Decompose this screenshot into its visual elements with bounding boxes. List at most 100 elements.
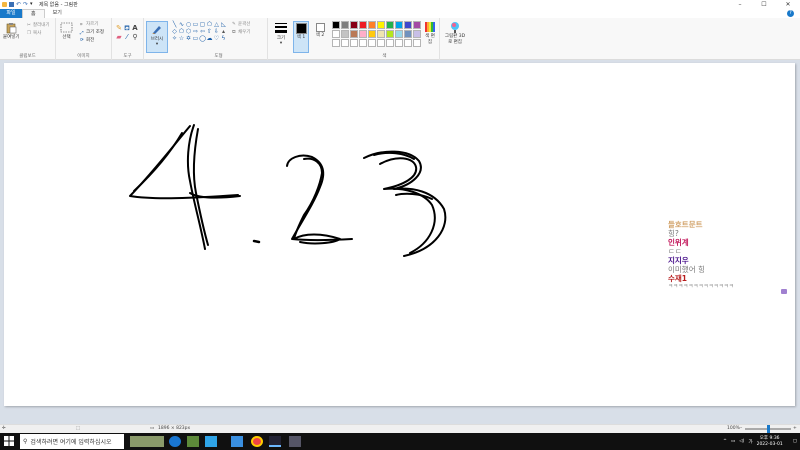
redo-icon[interactable]: ↷ (23, 2, 28, 8)
color-swatch[interactable] (359, 30, 367, 38)
resize-button[interactable]: ⤢ 크기 조정 (80, 29, 104, 36)
down-arrow-shape-icon[interactable]: ⇩ (213, 28, 220, 35)
color-palette[interactable] (332, 21, 421, 47)
color-swatch[interactable] (332, 21, 340, 29)
four-point-star-icon[interactable]: ✧ (171, 35, 178, 42)
callout-rect-icon[interactable]: ▭ (192, 35, 199, 42)
minimize-button[interactable]: – (728, 0, 752, 9)
color-swatch[interactable] (413, 21, 421, 29)
shapes-gallery[interactable]: ╲ ∿ ○ ▭ ▢ ⬠ △ ◺ ◇ ⬠ ⬡ ⇨ ⇦ ⇧ ⇩ ▴ ✧ ☆ ✡ ▭ ◯ ☁ ♡ ϟ (171, 21, 227, 42)
vscode-icon[interactable] (205, 436, 217, 447)
lightning-shape-icon[interactable]: ϟ (220, 35, 227, 42)
ime-icon[interactable]: 가 (748, 439, 752, 445)
copy-button[interactable]: ❐ 복사 (27, 30, 41, 37)
brush-button[interactable]: 브러시 ▾ (146, 21, 168, 53)
select-button[interactable]: 선택 (60, 22, 73, 40)
rotate-button[interactable]: ⟳ 회전 (80, 37, 94, 44)
tab-file[interactable]: 파일 (0, 9, 22, 18)
close-button[interactable]: ✕ (776, 0, 800, 9)
color-swatch[interactable] (386, 21, 394, 29)
tab-home[interactable]: 홈 (22, 8, 45, 19)
rectangle-shape-icon[interactable]: ▭ (192, 21, 199, 28)
color-swatch[interactable] (332, 39, 340, 47)
text-icon[interactable]: A (131, 24, 139, 33)
paste-button[interactable]: 붙여넣기 (3, 22, 20, 40)
customize-toolbar-icon[interactable]: ▾ (30, 2, 35, 7)
color-swatch[interactable] (404, 21, 412, 29)
color-swatch[interactable] (386, 39, 394, 47)
color-swatch[interactable] (341, 21, 349, 29)
pencil-icon[interactable]: ✎ (115, 24, 123, 33)
color-swatch[interactable] (413, 30, 421, 38)
color-swatch[interactable] (377, 39, 385, 47)
windows-start-icon[interactable] (4, 436, 16, 447)
color-swatch[interactable] (377, 30, 385, 38)
cut-button[interactable]: ✂ 잘라내기 (27, 22, 50, 29)
diamond-shape-icon[interactable]: ◇ (171, 28, 178, 35)
file-manager-icon[interactable] (231, 436, 243, 447)
rounded-rect-shape-icon[interactable]: ▢ (199, 21, 206, 28)
maximize-button[interactable]: ☐ (752, 0, 776, 9)
color-swatch[interactable] (359, 39, 367, 47)
color-swatch[interactable] (386, 30, 394, 38)
color-swatch[interactable] (395, 21, 403, 29)
color1-button[interactable]: 색 1 (293, 21, 309, 53)
callout-cloud-icon[interactable]: ☁ (206, 35, 213, 42)
zoom-in-button[interactable]: + (793, 426, 797, 431)
five-point-star-icon[interactable]: ☆ (178, 35, 185, 42)
color-swatch[interactable] (368, 30, 376, 38)
edge-icon[interactable] (169, 436, 181, 447)
hexagon-shape-icon[interactable]: ⬡ (185, 28, 192, 35)
color2-button[interactable]: 색 2 (312, 21, 328, 38)
up-arrow-shape-icon[interactable]: ⇧ (206, 28, 213, 35)
right-arrow-shape-icon[interactable]: ⇨ (192, 28, 199, 35)
color-swatch[interactable] (395, 30, 403, 38)
left-arrow-shape-icon[interactable]: ⇦ (199, 28, 206, 35)
pentagon-shape-icon[interactable]: ⬠ (178, 28, 185, 35)
size-button[interactable]: 크기 ▾ (272, 21, 290, 46)
six-point-star-icon[interactable]: ✡ (185, 35, 192, 42)
zoom-out-button[interactable]: – (740, 426, 742, 431)
volume-icon[interactable]: ◁) (739, 439, 744, 444)
color-swatch[interactable] (350, 39, 358, 47)
color-picker-icon[interactable]: ⁄ (123, 33, 131, 42)
polygon-shape-icon[interactable]: ⬠ (206, 21, 213, 28)
network-icon[interactable]: ▭ (731, 439, 735, 444)
tab-view[interactable]: 보기 (45, 9, 70, 18)
minecraft-icon[interactable] (187, 436, 199, 447)
color-swatch[interactable] (341, 39, 349, 47)
save-icon[interactable] (9, 2, 14, 7)
edit-colors-button[interactable]: 색 편집 (424, 21, 436, 45)
fill-button[interactable]: ⛾ 채우기 (232, 29, 250, 36)
zoom-slider-thumb[interactable] (767, 425, 770, 433)
curve-shape-icon[interactable]: ∿ (178, 21, 185, 28)
color-swatch[interactable] (368, 21, 376, 29)
color-swatch[interactable] (404, 39, 412, 47)
color-swatch[interactable] (413, 39, 421, 47)
color-swatch[interactable] (350, 21, 358, 29)
color-swatch[interactable] (377, 21, 385, 29)
steam-icon[interactable] (269, 436, 281, 447)
triangle-shape-icon[interactable]: △ (213, 21, 220, 28)
color-swatch[interactable] (404, 30, 412, 38)
help-icon[interactable]: ? (787, 10, 794, 17)
chevron-up-icon[interactable]: ^ (723, 439, 727, 444)
outline-button[interactable]: ✎ 윤곽선 (232, 21, 250, 28)
edit-with-paint3d-button[interactable]: 그림판 3D로 편집 (443, 21, 467, 45)
fill-bucket-icon[interactable]: ⛾ (123, 24, 131, 33)
crop-button[interactable]: ⌗ 자르기 (80, 21, 98, 28)
taskbar-search-box[interactable]: ⚲ 검색하려면 여기에 입력하십시오 (20, 434, 124, 449)
notification-icon[interactable]: ▢ (793, 439, 797, 444)
scroll-up-icon[interactable]: ▴ (220, 28, 227, 35)
undo-icon[interactable]: ↶ (16, 2, 21, 8)
app-icon[interactable] (289, 436, 301, 447)
oval-shape-icon[interactable]: ○ (185, 21, 192, 28)
color-swatch[interactable] (395, 39, 403, 47)
right-triangle-shape-icon[interactable]: ◺ (220, 21, 227, 28)
color-swatch[interactable] (368, 39, 376, 47)
eraser-icon[interactable]: ▰ (115, 33, 123, 42)
callout-oval-icon[interactable]: ◯ (199, 35, 206, 42)
chrome-icon[interactable] (251, 436, 263, 447)
color-swatch[interactable] (359, 21, 367, 29)
magnifier-icon[interactable]: ⚲ (131, 33, 139, 42)
